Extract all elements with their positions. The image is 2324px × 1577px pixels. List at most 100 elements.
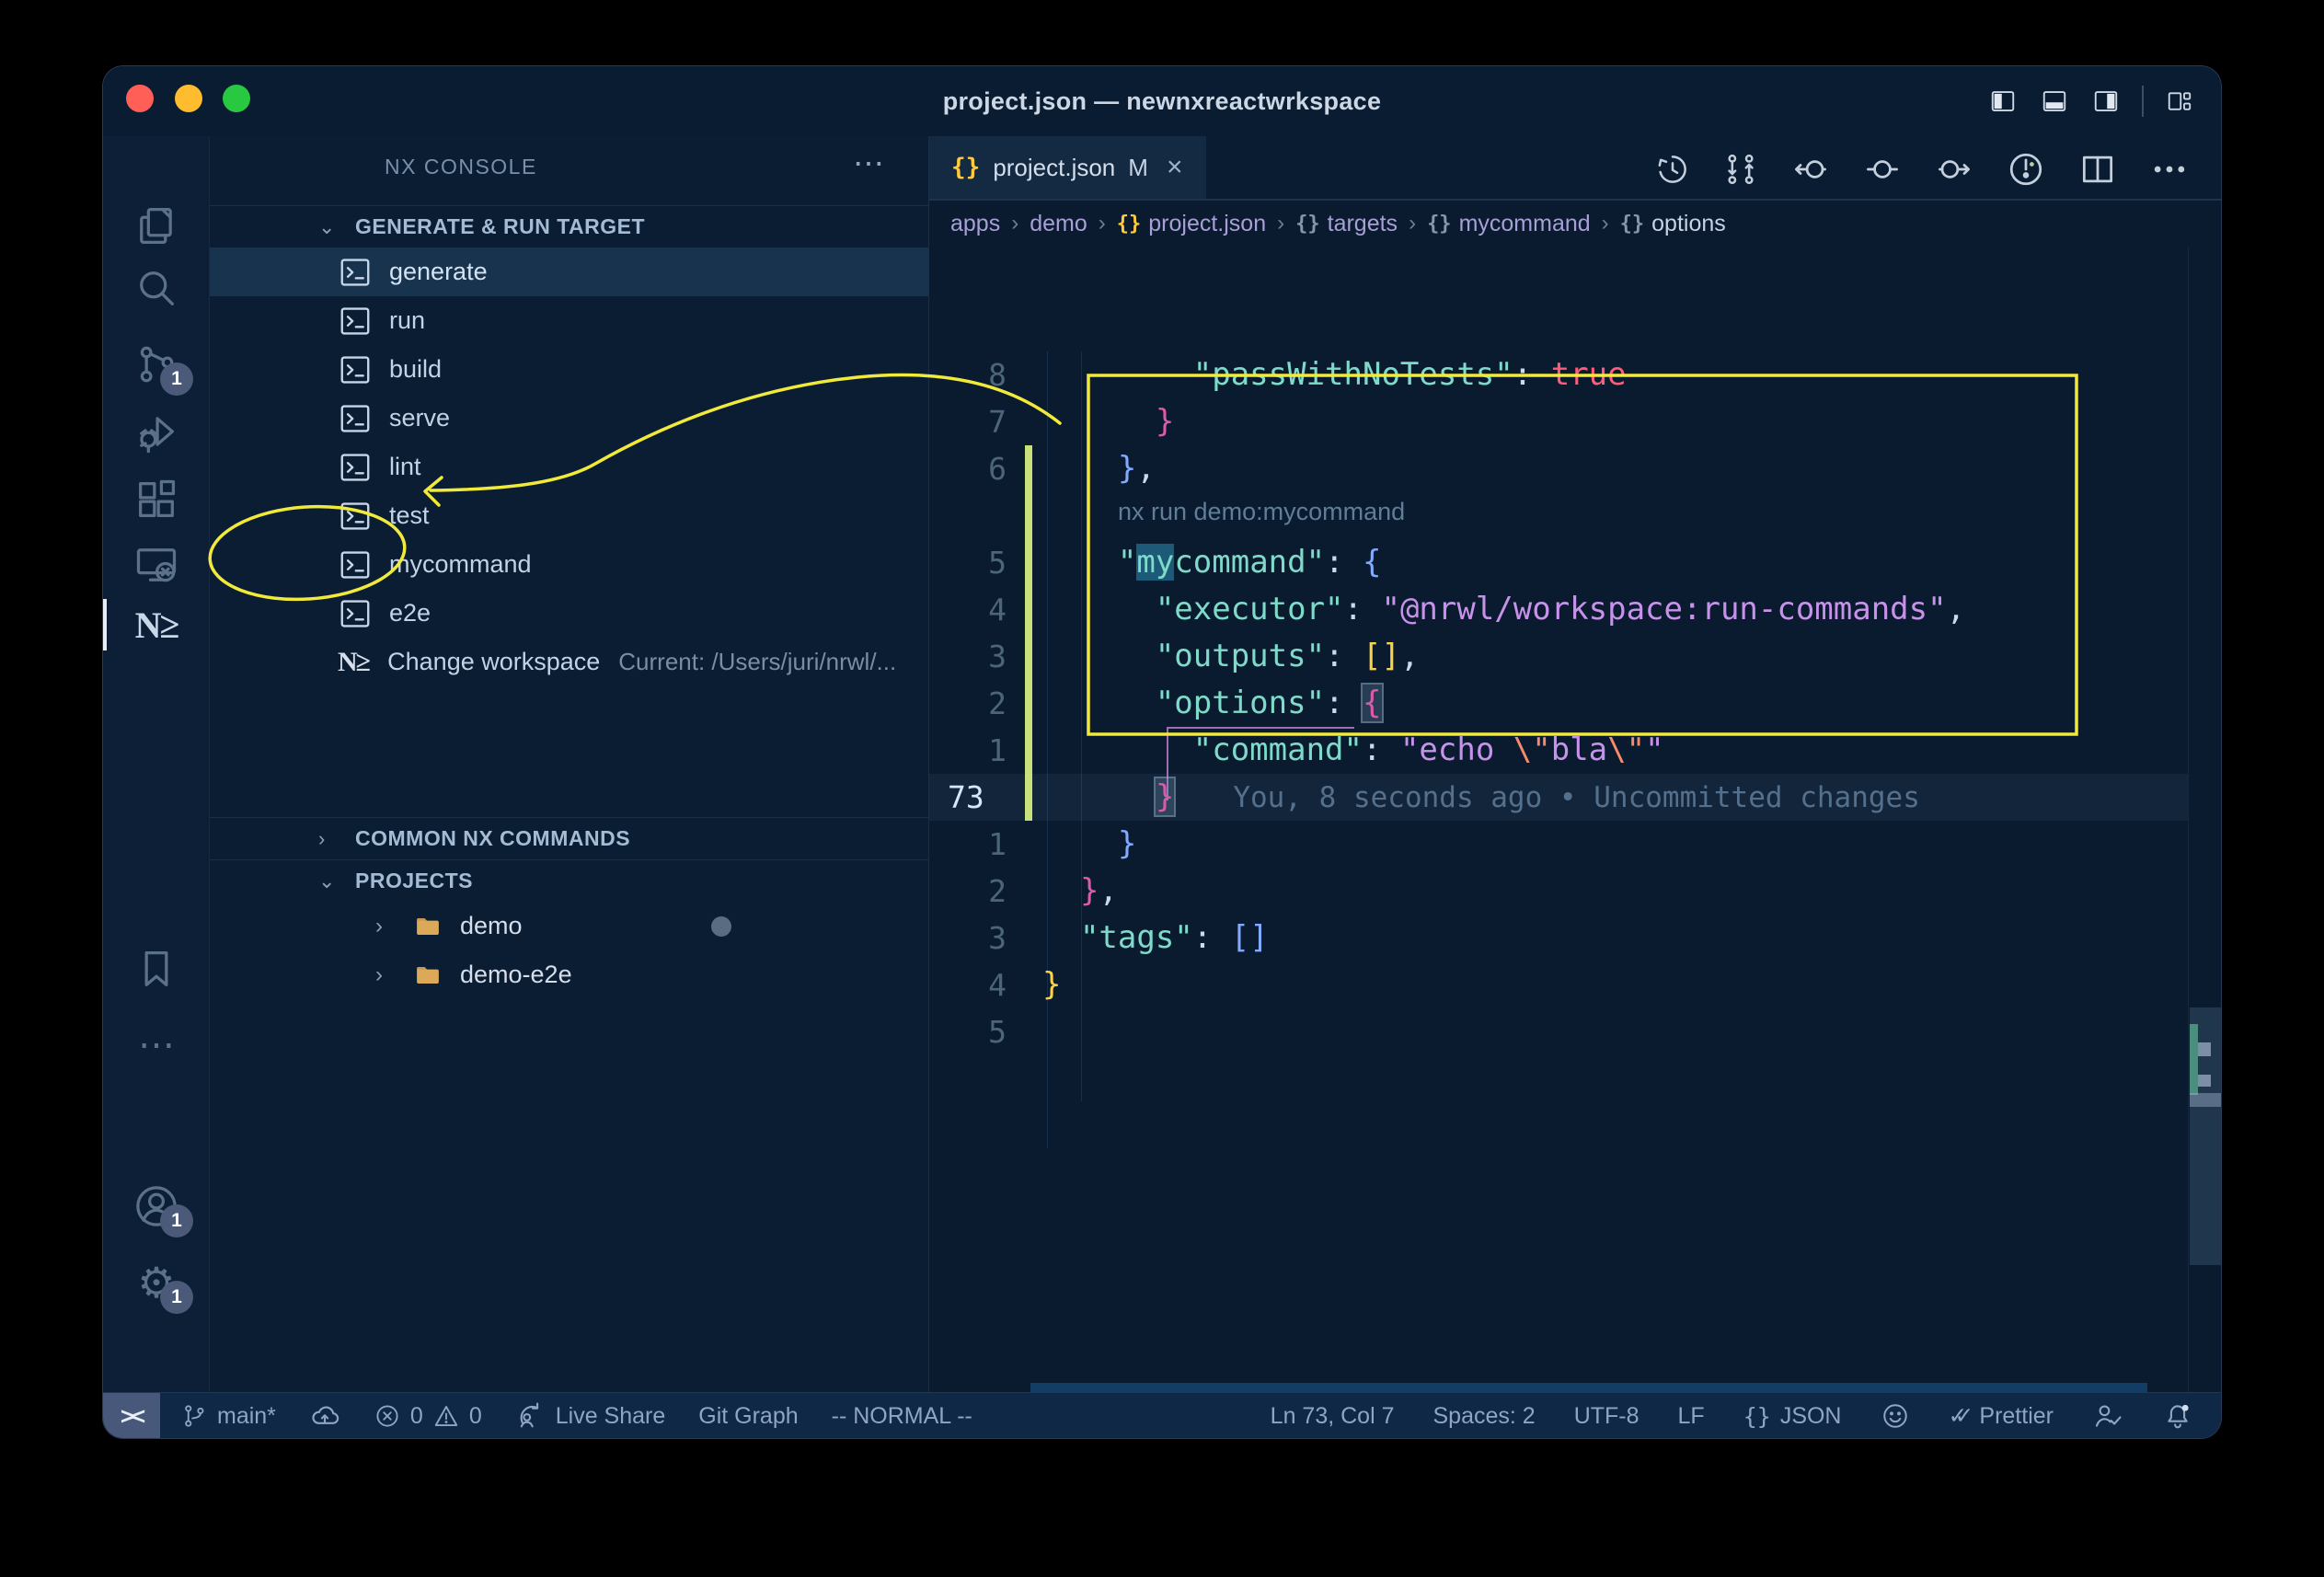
token: "tags" [1080,919,1193,956]
more-actions-button[interactable] [2149,149,2190,190]
code-area[interactable]: 8 "passWithNoTests": true7 }6 },nx run d… [929,247,2221,1392]
timeline-button[interactable] [1654,151,1691,188]
target-item-serve[interactable]: serve [210,394,928,443]
status-item-live-share[interactable]: Live Share [515,1400,666,1432]
json-file-icon: {} [951,154,980,181]
chevron-down-icon: ⌄ [318,215,342,239]
terminal-icon [338,255,373,290]
breadcrumb-label: apps [950,211,1000,237]
target-item-generate[interactable]: generate [210,247,928,296]
status-item-problems[interactable]: 00 [374,1402,482,1430]
section-label: GENERATE & RUN TARGET [355,214,645,239]
token: } [1118,450,1136,487]
token [1042,685,1156,721]
breadcrumb-item-mycommand[interactable]: {}mycommand [1427,211,1591,237]
activity-item-source-control[interactable]: 1 [103,331,210,397]
section-header-projects[interactable]: ⌄ PROJECTS [210,859,928,902]
section-bottom: › COMMON NX COMMANDS ⌄ PROJECTS ›demo›de… [210,817,928,999]
breadcrumb-item-targets[interactable]: {}targets [1295,211,1398,237]
target-item-test[interactable]: test [210,491,928,540]
status-item-encoding[interactable]: UTF-8 [1574,1403,1639,1430]
window-title: project.json — newnxreactwrkspace [103,66,2221,136]
activity-item-bookmarks[interactable] [103,936,210,1002]
line-number: 6 [942,445,1007,492]
activity-item-explorer[interactable] [103,193,210,259]
target-item-mycommand[interactable]: mycommand [210,540,928,589]
tab-project-json[interactable]: {} project.json M × [929,136,1206,199]
target-item-run[interactable]: run [210,296,928,345]
status-item-sync-status[interactable] [309,1400,340,1432]
sidebar-more-actions-icon[interactable]: ⋯ [853,145,884,182]
status-item-formatter[interactable]: ✓✓Prettier [1949,1402,2054,1430]
toolbar-separator [2142,86,2144,117]
activity-item-extensions[interactable] [103,466,210,533]
token [1042,872,1080,909]
status-item-indentation[interactable]: Spaces: 2 [1433,1403,1536,1430]
vscode-window: project.json — newnxreactwrkspace 1 N≥ ⋯ 1 ⚙… [103,66,2221,1438]
status-item-git-graph[interactable]: Git Graph [698,1403,798,1430]
toggle-primary-sidebar-button[interactable] [1987,87,2019,115]
status-item-vim-mode[interactable]: -- NORMAL -- [832,1403,972,1430]
split-editor-button[interactable] [2077,149,2118,190]
token: \" [1513,731,1551,768]
status-item-feedback[interactable] [1881,1401,1910,1431]
breadcrumb-item-apps[interactable]: apps [950,211,1000,237]
status-item-git-branch-status[interactable]: main* [180,1402,276,1430]
activity-item-run-and-debug[interactable] [103,398,210,465]
activity-item-additional-views[interactable]: ⋯ [103,1012,210,1078]
previous-change-button[interactable] [1790,149,1831,190]
target-item-lint[interactable]: lint [210,443,928,491]
breadcrumb-item-options[interactable]: {}options [1620,211,1726,237]
breadcrumb-item-project.json[interactable]: {}project.json [1117,211,1266,237]
status-item-person-check[interactable] [2092,1400,2123,1432]
code-text: "command": "echo \"bla\"" [1042,727,1664,774]
status-item-language-mode[interactable]: {}JSON [1743,1403,1842,1430]
project-item-demo-e2e[interactable]: ›demo-e2e [210,950,928,999]
change-workspace-button[interactable]: N≥ Change workspace Current: /Users/juri… [210,638,928,686]
badge: 1 [160,363,193,396]
next-change-button[interactable] [1934,149,1974,190]
gitlens-button[interactable] [2006,149,2046,190]
status-label: 0 [410,1403,423,1430]
token [1042,544,1118,581]
code-line: 2 }, [929,868,2188,915]
current-change-button[interactable] [1862,149,1903,190]
compare-changes-button[interactable] [1722,151,1759,188]
codelens-run-command[interactable]: nx run demo:mycommand [1118,498,1405,526]
code-text: }, [1042,445,1156,492]
code-line: 3 "outputs": [], [929,633,2188,680]
remote-indicator[interactable]: >< [103,1393,160,1438]
section-header-common-nx-commands[interactable]: › COMMON NX COMMANDS [210,817,928,859]
target-label: test [389,501,430,530]
screenshot-stage: project.json — newnxreactwrkspace 1 N≥ ⋯ 1 ⚙… [0,0,2324,1577]
toggle-panel-button[interactable] [2039,87,2070,115]
layout-toggles [1987,66,2195,136]
status-item-cursor-position[interactable]: Ln 73, Col 7 [1271,1403,1395,1430]
target-item-e2e[interactable]: e2e [210,589,928,638]
activity-item-accounts[interactable]: 1 [103,1173,210,1239]
line-number: 2 [942,868,1007,915]
status-item-notifications[interactable] [2162,1400,2193,1432]
token [1042,778,1156,815]
project-item-demo[interactable]: ›demo [210,902,928,950]
code-text: } [1042,821,1136,868]
braces-icon: {} [1427,213,1452,236]
target-item-build[interactable]: build [210,345,928,394]
codelens-row: nx run demo:mycommand [929,492,2188,539]
token: "@nrwl/workspace:run-commands" [1381,591,1946,627]
activity-item-nx-console[interactable]: N≥ [103,592,210,658]
chevron-right-icon: › [318,827,342,851]
activity-item-settings[interactable]: ⚙1 [103,1249,210,1316]
customize-layout-button[interactable] [2164,87,2195,115]
section-header-generate-run-target[interactable]: ⌄ GENERATE & RUN TARGET [210,205,928,247]
code-line: 3 "tags": [] [929,915,2188,961]
breadcrumb-item-demo[interactable]: demo [1030,211,1087,237]
status-item-eol[interactable]: LF [1678,1403,1705,1430]
tab-close-icon[interactable]: × [1167,152,1183,183]
toggle-secondary-sidebar-button[interactable] [2090,87,2122,115]
project-label: demo-e2e [460,961,572,989]
code-line: 4 "executor": "@nrwl/workspace:run-comma… [929,586,2188,633]
sidebar-nx-console: NX CONSOLE ⋯ ⌄ GENERATE & RUN TARGET gen… [210,136,929,1392]
activity-item-search[interactable] [103,255,210,321]
activity-item-remote-explorer[interactable] [103,532,210,598]
